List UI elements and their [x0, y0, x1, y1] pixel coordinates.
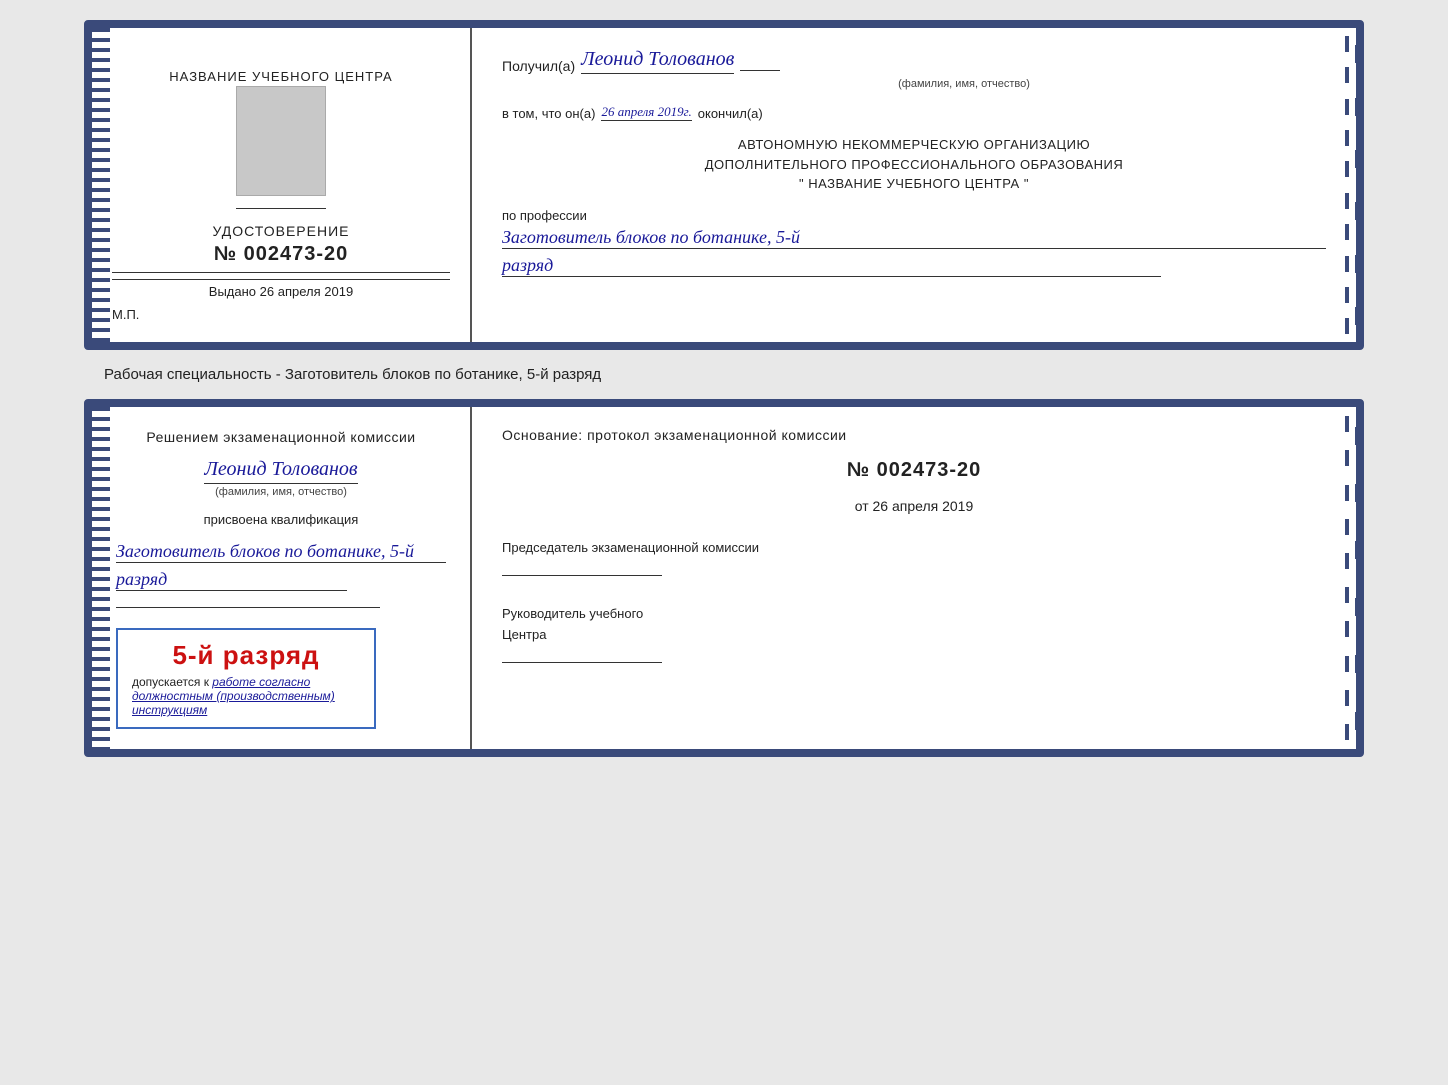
- specialty-label: Рабочая специальность - Заготовитель бло…: [20, 366, 601, 383]
- left-hatch-2: [92, 407, 110, 749]
- certificate-card-2: Решением экзаменационной комиссии Леонид…: [84, 399, 1364, 757]
- head-block: Руководитель учебного Центра: [502, 604, 1326, 667]
- mp-label: М.П.: [112, 307, 139, 322]
- protocol-number: № 002473-20: [502, 459, 1326, 482]
- dash: [740, 70, 780, 71]
- issued-line: Выдано 26 апреля 2019: [112, 279, 450, 299]
- cert-title: УДОСТОВЕРЕНИЕ: [213, 223, 350, 239]
- cert2-right-panel: Основание: протокол экзаменационной коми…: [472, 407, 1356, 749]
- right-hatch: [1338, 28, 1356, 342]
- cert-right-panel: Получил(а) Леонид Толованов (фамилия, им…: [472, 28, 1356, 342]
- right-hatch-2: [1338, 407, 1356, 749]
- training-center-label: НАЗВАНИЕ УЧЕБНОГО ЦЕНТРА: [169, 68, 392, 86]
- decision-title: Решением экзаменационной комиссии: [116, 427, 446, 448]
- date-line: в том, что он(а) 26 апреля 2019г. окончи…: [502, 104, 1326, 121]
- stamp-allowed-text: допускается к работе согласно должностны…: [132, 675, 360, 717]
- basis-title: Основание: протокол экзаменационной коми…: [502, 427, 1326, 443]
- profession-block: по профессии Заготовитель блоков по бота…: [502, 208, 1326, 277]
- stamp-box: 5-й разряд допускается к работе согласно…: [116, 628, 376, 729]
- decision-name: Леонид Толованов: [204, 458, 357, 484]
- fio-hint: (фамилия, имя, отчество): [502, 78, 1326, 90]
- rank2-line: разряд: [116, 569, 347, 591]
- profession-name: Заготовитель блоков по ботанике, 5-й: [502, 227, 1326, 249]
- cert2-left-panel: Решением экзаменационной комиссии Леонид…: [92, 407, 472, 749]
- qualification-name: Заготовитель блоков по ботанике, 5-й: [116, 541, 446, 563]
- protocol-date: от 26 апреля 2019: [502, 498, 1326, 514]
- org-block: АВТОНОМНУЮ НЕКОММЕРЧЕСКУЮ ОРГАНИЗАЦИЮ ДО…: [502, 135, 1326, 194]
- received-prefix: Получил(а): [502, 58, 575, 74]
- cert-number: № 002473-20: [214, 243, 349, 266]
- fio-hint-2: (фамилия, имя, отчество): [215, 486, 347, 498]
- head-sig-line: [502, 662, 662, 663]
- photo-placeholder: [236, 86, 326, 196]
- cert-left-panel: НАЗВАНИЕ УЧЕБНОГО ЦЕНТРА УДОСТОВЕРЕНИЕ №…: [92, 28, 472, 342]
- recipient-name: Леонид Толованов: [581, 48, 734, 74]
- assigned-label: присвоена квалификация: [116, 512, 446, 527]
- completion-date: 26 апреля 2019г.: [601, 104, 691, 121]
- certificate-card-1: НАЗВАНИЕ УЧЕБНОГО ЦЕНТРА УДОСТОВЕРЕНИЕ №…: [84, 20, 1364, 350]
- chairman-block: Председатель экзаменационной комиссии: [502, 538, 1326, 580]
- stamp-rank: 5-й разряд: [132, 640, 360, 671]
- rank-line: разряд: [502, 255, 1161, 277]
- chairman-sig-line: [502, 575, 662, 576]
